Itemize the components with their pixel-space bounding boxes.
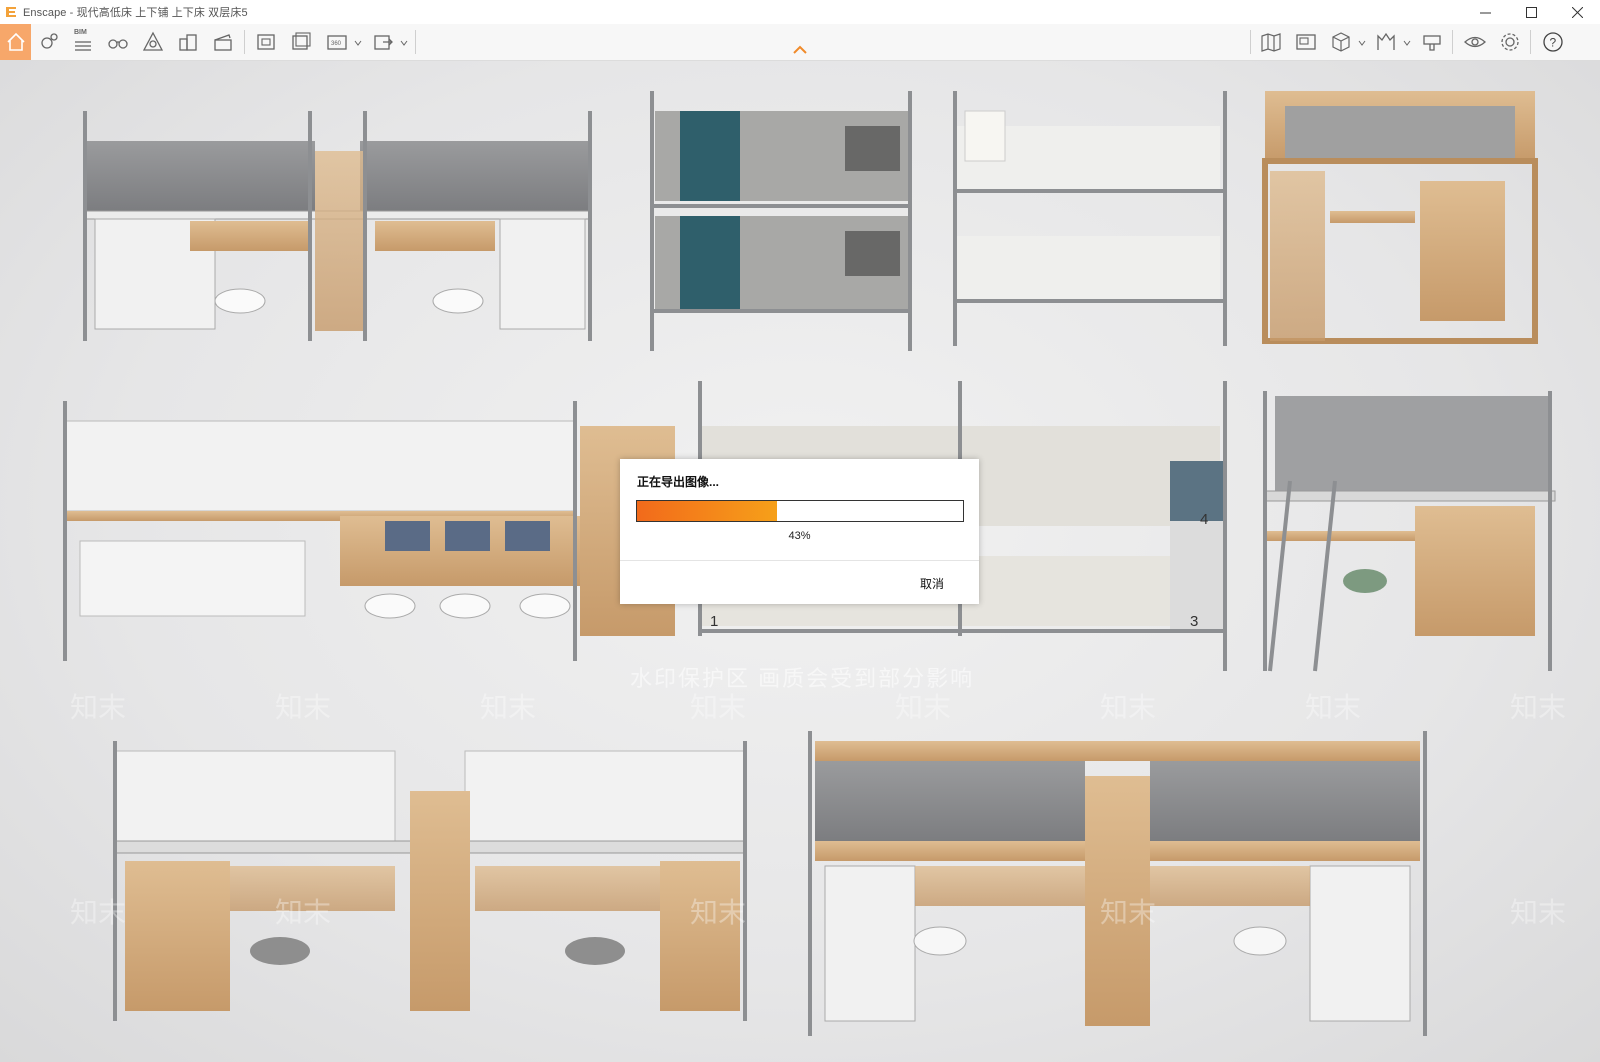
main-toolbar: BIM 360 ? <box>0 24 1600 61</box>
bed-model-2 <box>650 91 912 351</box>
help-icon: ? <box>1543 32 1563 52</box>
map-icon <box>1261 33 1281 52</box>
screenshot-button[interactable] <box>251 27 281 57</box>
svg-text:4: 4 <box>1200 511 1208 528</box>
maximize-icon <box>1525 6 1537 18</box>
watermark-mark: 知末 <box>275 692 332 723</box>
export-progress-bar <box>636 500 964 522</box>
export-icon <box>374 35 393 50</box>
watermark-mark: 知末 <box>690 897 747 928</box>
buildings-button[interactable] <box>173 27 203 57</box>
bed-model-5 <box>63 401 675 661</box>
view-manager-button[interactable] <box>1291 27 1321 57</box>
chevron-down-icon[interactable] <box>1358 39 1366 47</box>
progress-fill <box>637 501 778 521</box>
asset-library-button[interactable] <box>1371 27 1401 57</box>
bim-icon <box>75 41 91 51</box>
visual-settings-icon <box>1464 36 1486 48</box>
svg-text:3: 3 <box>1190 613 1198 630</box>
watermark-mark: 知末 <box>690 692 747 723</box>
video-editor-button[interactable] <box>208 27 238 57</box>
maximize-button[interactable] <box>1508 0 1554 24</box>
pin-icon <box>41 33 58 49</box>
watermark-mark: 知末 <box>480 692 537 723</box>
visual-settings-button[interactable] <box>1460 27 1490 57</box>
export-button[interactable] <box>368 27 398 57</box>
svg-text:1: 1 <box>710 613 718 630</box>
map-button[interactable] <box>1256 27 1286 57</box>
watermark-mark: 知末 <box>1510 692 1567 723</box>
material-icon <box>1423 35 1441 51</box>
watermark-mark: 知末 <box>70 897 127 928</box>
bed-model-1 <box>83 111 592 341</box>
collapse-toolbar-icon[interactable] <box>792 45 808 55</box>
view-manager-icon <box>1296 34 1316 50</box>
cancel-button[interactable]: 取消 <box>920 575 944 592</box>
perspective-button[interactable] <box>138 27 168 57</box>
bed-model-8 <box>113 741 747 1021</box>
watermark-mark: 知末 <box>1305 692 1362 723</box>
asset-library-icon <box>1377 32 1395 50</box>
clapperboard-icon <box>214 34 232 51</box>
bim-button[interactable] <box>68 27 98 57</box>
watermark-mark: 知末 <box>1100 897 1157 928</box>
home-icon <box>6 32 25 51</box>
home-button[interactable] <box>0 24 31 60</box>
chevron-down-icon[interactable] <box>1403 39 1411 47</box>
material-editor-button[interactable] <box>1417 27 1447 57</box>
export-progress-dialog: 正在导出图像... 43% 取消 <box>620 459 979 604</box>
bed-model-3 <box>953 91 1227 346</box>
bed-model-9 <box>808 731 1427 1036</box>
panorama-icon: 360 <box>327 35 347 50</box>
minimize-icon <box>1479 12 1491 13</box>
fly-mode-button[interactable] <box>103 27 133 57</box>
settings-icon <box>1501 33 1519 51</box>
screenshot-icon <box>257 34 275 50</box>
watermark-mark: 知末 <box>895 692 952 723</box>
batch-render-button[interactable] <box>286 27 316 57</box>
chevron-down-icon[interactable] <box>354 39 362 47</box>
panorama-button[interactable]: 360 <box>322 27 352 57</box>
chevron-down-icon[interactable] <box>400 39 408 47</box>
svg-text:?: ? <box>1550 36 1557 50</box>
batch-render-icon <box>292 32 311 50</box>
settings-button[interactable] <box>1495 27 1525 57</box>
binoculars-icon <box>108 39 128 49</box>
close-button[interactable] <box>1554 0 1600 24</box>
bed-model-7 <box>1263 391 1556 672</box>
watermark-mark: 知末 <box>70 692 127 723</box>
title-bar: Enscape - 现代高低床 上下铺 上下床 双层床5 <box>0 0 1600 24</box>
cube-icon <box>1332 32 1350 52</box>
dialog-divider <box>620 560 979 561</box>
bed-model-4 <box>1262 91 1538 344</box>
svg-text:360: 360 <box>331 41 342 47</box>
minimize-button[interactable] <box>1462 0 1508 24</box>
watermark-mark: 知末 <box>1510 897 1567 928</box>
help-button[interactable]: ? <box>1538 27 1568 57</box>
enscape-logo-icon <box>6 7 16 17</box>
close-icon <box>1571 6 1583 18</box>
window-title: Enscape - 现代高低床 上下铺 上下床 双层床5 <box>23 7 248 19</box>
dialog-title: 正在导出图像... <box>637 475 720 489</box>
watermark-mark: 知末 <box>275 897 332 928</box>
buildings-icon <box>179 34 197 51</box>
view-pin-button[interactable] <box>34 27 64 57</box>
watermark-mark: 知末 <box>1100 692 1157 723</box>
cube-button[interactable] <box>1326 27 1356 57</box>
perspective-icon <box>142 31 164 51</box>
progress-percent: 43% <box>788 530 811 542</box>
